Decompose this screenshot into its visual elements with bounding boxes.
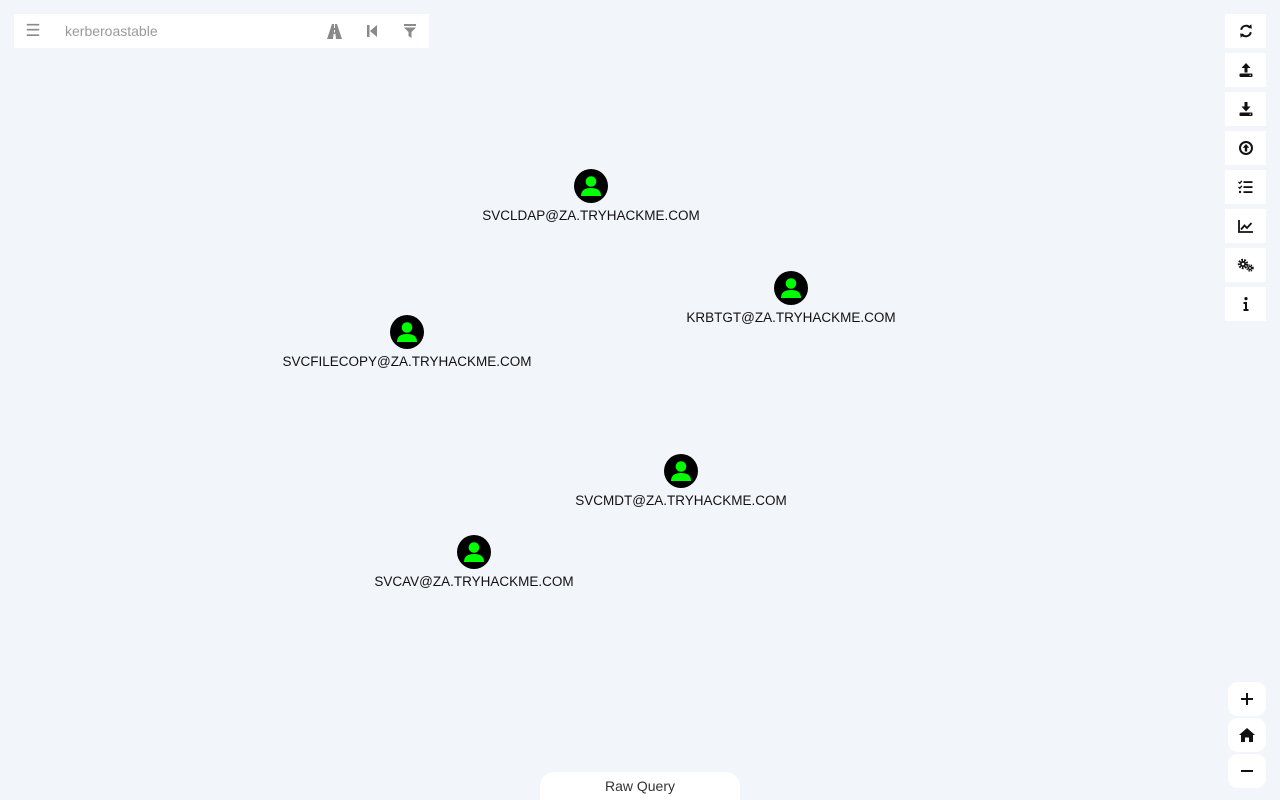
graph-node-user[interactable]: SVCMDT@ZA.TRYHACKME.COM xyxy=(551,454,811,508)
graph-node-user[interactable]: SVCLDAP@ZA.TRYHACKME.COM xyxy=(461,169,721,223)
node-label: SVCFILECOPY@ZA.TRYHACKME.COM xyxy=(282,354,532,369)
search-input[interactable] xyxy=(52,16,315,46)
node-label: SVCAV@ZA.TRYHACKME.COM xyxy=(374,574,574,589)
line-chart-icon xyxy=(1238,219,1253,233)
user-icon xyxy=(457,535,491,569)
plus-icon xyxy=(1241,693,1253,705)
user-icon xyxy=(390,315,424,349)
zoom-in-button[interactable] xyxy=(1228,682,1266,716)
graph-node-user[interactable]: SVCAV@ZA.TRYHACKME.COM xyxy=(344,535,604,589)
info-icon xyxy=(1243,297,1248,311)
task-list-icon xyxy=(1238,180,1253,194)
queries-button[interactable] xyxy=(1225,170,1266,204)
back-icon[interactable] xyxy=(353,14,391,48)
user-icon xyxy=(774,271,808,305)
settings-button[interactable] xyxy=(1225,248,1266,282)
search-bar: ☰ xyxy=(14,14,429,48)
user-icon xyxy=(664,454,698,488)
upload-circle-icon xyxy=(1238,141,1253,155)
refresh-icon xyxy=(1239,24,1252,38)
home-icon xyxy=(1239,728,1255,742)
refresh-button[interactable] xyxy=(1225,14,1266,48)
pathfinding-road-icon[interactable] xyxy=(315,14,353,48)
raw-query-toggle[interactable]: Raw Query xyxy=(540,772,740,800)
right-toolbar xyxy=(1225,14,1266,326)
minus-icon xyxy=(1241,770,1253,772)
user-icon xyxy=(574,169,608,203)
export-graph-button[interactable] xyxy=(1225,53,1266,87)
export-icon xyxy=(1239,63,1252,77)
node-label: SVCLDAP@ZA.TRYHACKME.COM xyxy=(482,208,700,223)
database-info-button[interactable] xyxy=(1225,209,1266,243)
gears-icon xyxy=(1237,258,1254,272)
graph-node-user[interactable]: SVCFILECOPY@ZA.TRYHACKME.COM xyxy=(277,315,537,369)
hamburger-menu-icon[interactable]: ☰ xyxy=(14,14,52,48)
node-label: SVCMDT@ZA.TRYHACKME.COM xyxy=(575,493,787,508)
graph-node-user[interactable]: KRBTGT@ZA.TRYHACKME.COM xyxy=(661,271,921,325)
zoom-controls xyxy=(1228,682,1266,790)
import-icon xyxy=(1239,102,1252,116)
filter-icon[interactable] xyxy=(391,14,429,48)
about-button[interactable] xyxy=(1225,287,1266,321)
upload-data-button[interactable] xyxy=(1225,131,1266,165)
zoom-out-button[interactable] xyxy=(1228,754,1266,788)
node-label: KRBTGT@ZA.TRYHACKME.COM xyxy=(686,310,896,325)
zoom-home-button[interactable] xyxy=(1228,718,1266,752)
import-graph-button[interactable] xyxy=(1225,92,1266,126)
